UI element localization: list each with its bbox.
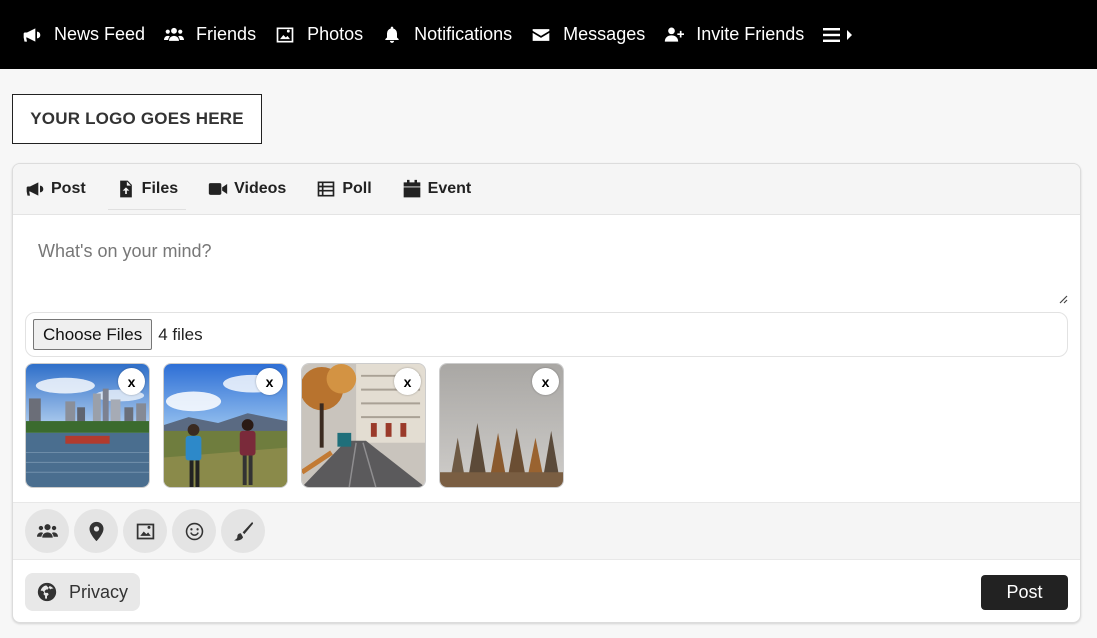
file-count-text: 4 files xyxy=(158,324,203,344)
remove-thumbnail-button[interactable]: x xyxy=(532,368,559,395)
tab-label: Videos xyxy=(234,179,287,197)
users-icon xyxy=(164,27,185,41)
user-plus-icon xyxy=(665,27,685,42)
nav-label: Invite Friends xyxy=(696,24,805,44)
image-icon xyxy=(136,523,154,539)
privacy-label: Privacy xyxy=(69,581,129,602)
tab-label: Files xyxy=(141,179,179,197)
tab-poll[interactable]: Poll xyxy=(308,168,379,210)
post-composer-card: Post Files Videos Poll Event Choose File… xyxy=(12,163,1081,623)
post-button[interactable]: Post xyxy=(981,574,1068,610)
nav-item-photos[interactable]: Photos xyxy=(275,0,363,69)
nav-label: News Feed xyxy=(54,24,146,44)
nav-item-news-feed[interactable]: News Feed xyxy=(22,0,145,69)
users-icon xyxy=(36,523,58,538)
tab-post[interactable]: Post xyxy=(17,168,94,210)
add-location-button[interactable] xyxy=(74,509,118,553)
caret-right-icon xyxy=(847,29,853,40)
megaphone-icon xyxy=(23,27,41,42)
tab-label: Event xyxy=(427,179,472,197)
tab-videos[interactable]: Videos xyxy=(200,168,294,210)
tag-friends-button[interactable] xyxy=(25,509,69,553)
paintbrush-icon xyxy=(233,521,253,541)
nav-label: Photos xyxy=(307,24,364,44)
thumbnail-hikers: x xyxy=(163,363,288,488)
tab-label: Post xyxy=(51,179,86,197)
add-image-button[interactable] xyxy=(123,509,167,553)
thumbnail-foggy-forest: x xyxy=(439,363,564,488)
megaphone-icon xyxy=(26,181,44,196)
video-icon xyxy=(208,182,228,195)
calendar-icon xyxy=(403,179,420,197)
remove-thumbnail-button[interactable]: x xyxy=(118,368,145,395)
resize-grip-icon[interactable] xyxy=(1056,292,1068,304)
file-upload-icon xyxy=(119,180,132,197)
nav-item-messages[interactable]: Messages xyxy=(531,0,645,69)
tab-label: Poll xyxy=(342,179,372,197)
nav-label: Messages xyxy=(563,24,646,44)
nav-more-menu[interactable] xyxy=(823,27,854,43)
list-icon xyxy=(317,181,335,196)
envelope-icon xyxy=(532,28,550,41)
menu-icon xyxy=(823,27,841,42)
privacy-button[interactable]: Privacy xyxy=(25,573,141,611)
smiley-icon xyxy=(185,522,203,540)
remove-thumbnail-button[interactable]: x xyxy=(394,368,421,395)
image-icon xyxy=(276,27,294,42)
bell-icon xyxy=(385,26,399,43)
location-pin-icon xyxy=(89,521,103,541)
nav-item-invite-friends[interactable]: Invite Friends xyxy=(664,0,804,69)
post-action-bar xyxy=(13,502,1080,560)
thumbnail-autumn-street: x xyxy=(301,363,426,488)
nav-label: Notifications xyxy=(414,24,513,44)
nav-item-notifications[interactable]: Notifications xyxy=(382,0,512,69)
choose-files-button[interactable]: Choose Files xyxy=(33,319,153,350)
tab-event[interactable]: Event xyxy=(394,168,480,210)
add-emoji-button[interactable] xyxy=(172,509,216,553)
add-style-button[interactable] xyxy=(221,509,265,553)
nav-label: Friends xyxy=(196,24,257,44)
tab-files[interactable]: Files xyxy=(107,168,187,210)
globe-icon xyxy=(37,582,57,602)
thumbnail-city-skyline: x xyxy=(25,363,150,488)
composer-footer: Privacy Post xyxy=(13,560,1080,622)
thumbnail-list: x x x x xyxy=(25,363,577,489)
logo-placeholder: YOUR LOGO GOES HERE xyxy=(12,94,262,144)
top-navbar: News Feed Friends Photos Notifications M… xyxy=(0,0,1097,69)
composer-tabs: Post Files Videos Poll Event xyxy=(13,164,1080,215)
post-textarea[interactable] xyxy=(13,215,1080,312)
nav-item-friends[interactable]: Friends xyxy=(164,0,256,69)
remove-thumbnail-button[interactable]: x xyxy=(256,368,283,395)
file-input: Choose Files 4 files xyxy=(25,312,1068,357)
